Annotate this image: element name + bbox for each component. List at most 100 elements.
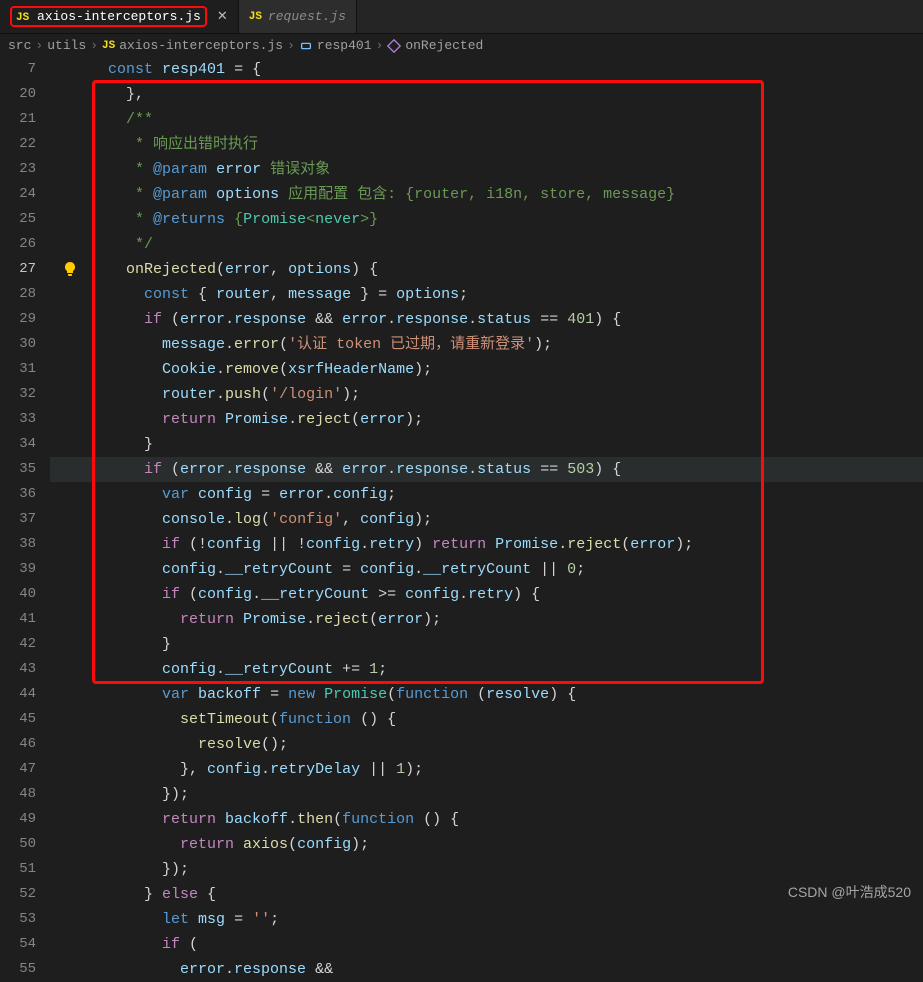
code-line[interactable]: let msg = ''; [50, 907, 923, 932]
code-line[interactable]: }, [50, 82, 923, 107]
line-number[interactable]: 51 [0, 857, 36, 882]
breadcrumb-folder[interactable]: utils [47, 38, 86, 53]
token-op: ( [180, 586, 198, 603]
close-icon[interactable]: ✕ [217, 9, 228, 24]
line-number[interactable]: 37 [0, 507, 36, 532]
js-file-icon: JS [16, 12, 29, 24]
code-line[interactable]: Cookie.remove(xsrfHeaderName); [50, 357, 923, 382]
code-line[interactable]: return backoff.then(function () { [50, 807, 923, 832]
line-number[interactable]: 43 [0, 657, 36, 682]
token-op: = { [225, 61, 261, 78]
line-number[interactable]: 22 [0, 132, 36, 157]
line-number[interactable]: 45 [0, 707, 36, 732]
line-number[interactable]: 27 [0, 257, 36, 282]
code-line[interactable]: var config = error.config; [50, 482, 923, 507]
code-line[interactable]: }); [50, 857, 923, 882]
line-number[interactable]: 47 [0, 757, 36, 782]
code-line[interactable]: error.response && [50, 957, 923, 982]
line-number[interactable]: 39 [0, 557, 36, 582]
code-line[interactable]: }, config.retryDelay || 1); [50, 757, 923, 782]
token-op [315, 686, 324, 703]
watermark: CSDN @叶浩成520 [788, 882, 911, 902]
line-number[interactable]: 23 [0, 157, 36, 182]
code-line[interactable]: } [50, 432, 923, 457]
line-number[interactable]: 20 [0, 82, 36, 107]
line-number[interactable]: 38 [0, 532, 36, 557]
line-number[interactable]: 28 [0, 282, 36, 307]
code-line[interactable]: message.error('认证 token 已过期，请重新登录'); [50, 332, 923, 357]
line-number[interactable]: 26 [0, 232, 36, 257]
line-number[interactable]: 25 [0, 207, 36, 232]
code-line[interactable]: */ [50, 232, 923, 257]
code-line[interactable]: config.__retryCount = config.__retryCoun… [50, 557, 923, 582]
code-line[interactable]: setTimeout(function () { [50, 707, 923, 732]
line-number[interactable]: 40 [0, 582, 36, 607]
code-line[interactable]: var backoff = new Promise(function (reso… [50, 682, 923, 707]
line-number[interactable]: 31 [0, 357, 36, 382]
line-number[interactable]: 35 [0, 457, 36, 482]
code-line[interactable]: config.__retryCount += 1; [50, 657, 923, 682]
breadcrumb-symbol[interactable]: onRejected [387, 38, 483, 53]
code-line[interactable]: } [50, 632, 923, 657]
lightbulb-icon[interactable] [62, 261, 78, 282]
token-op: ( [333, 811, 342, 828]
code-line[interactable]: return Promise.reject(error); [50, 407, 923, 432]
token-op: ); [351, 836, 369, 853]
line-number[interactable]: 21 [0, 107, 36, 132]
tab-request-js[interactable]: JSrequest.js [239, 0, 357, 33]
editor[interactable]: 7202122232425262728293031323334353637383… [0, 57, 923, 982]
token-kw2: return [180, 836, 234, 853]
code-line[interactable]: if (config.__retryCount >= config.retry)… [50, 582, 923, 607]
code-line[interactable]: * @returns {Promise<never>} [50, 207, 923, 232]
line-number[interactable]: 55 [0, 957, 36, 982]
code-line[interactable]: * @param error 错误对象 [50, 157, 923, 182]
code-line[interactable]: console.log('config', config); [50, 507, 923, 532]
line-number[interactable]: 36 [0, 482, 36, 507]
line-number[interactable]: 30 [0, 332, 36, 357]
code-line[interactable]: /** [50, 107, 923, 132]
breadcrumb-folder[interactable]: src [8, 38, 31, 53]
symbol-method-icon [387, 39, 401, 53]
code-line[interactable]: onRejected(error, options) { [50, 257, 923, 282]
code-line[interactable]: if (!config || !config.retry) return Pro… [50, 532, 923, 557]
code-line[interactable]: }); [50, 782, 923, 807]
token-op: (); [261, 736, 288, 753]
line-number[interactable]: 48 [0, 782, 36, 807]
line-number[interactable]: 32 [0, 382, 36, 407]
code-line[interactable]: if (error.response && error.response.sta… [50, 307, 923, 332]
code-line[interactable]: if ( [50, 932, 923, 957]
line-number[interactable]: 24 [0, 182, 36, 207]
line-number[interactable]: 7 [0, 57, 36, 82]
code-line[interactable]: const { router, message } = options; [50, 282, 923, 307]
line-number[interactable]: 33 [0, 407, 36, 432]
code-line[interactable]: resolve(); [50, 732, 923, 757]
line-number[interactable]: 42 [0, 632, 36, 657]
line-number[interactable]: 50 [0, 832, 36, 857]
line-number[interactable]: 46 [0, 732, 36, 757]
token-op: ( [162, 311, 180, 328]
code-line[interactable]: return axios(config); [50, 832, 923, 857]
token-op: (! [180, 536, 207, 553]
line-number[interactable]: 54 [0, 932, 36, 957]
tab-axios-interceptors-js[interactable]: JS axios-interceptors.js✕ [0, 0, 239, 33]
line-number[interactable]: 44 [0, 682, 36, 707]
code-area[interactable]: const resp401 = { }, /** * 响应出错时执行 * @pa… [50, 57, 923, 982]
token-var: config [198, 486, 252, 503]
token-op: . [360, 536, 369, 553]
token-paramtag: @param [153, 161, 207, 178]
line-number[interactable]: 29 [0, 307, 36, 332]
line-number[interactable]: 53 [0, 907, 36, 932]
breadcrumb-symbol[interactable]: resp401 [299, 38, 372, 53]
code-line[interactable]: * @param options 应用配置 包含: {router, i18n,… [50, 182, 923, 207]
token-op: ) { [513, 586, 540, 603]
breadcrumb-file[interactable]: axios-interceptors.js [119, 38, 283, 53]
line-number[interactable]: 41 [0, 607, 36, 632]
code-line[interactable]: return Promise.reject(error); [50, 607, 923, 632]
code-line[interactable]: const resp401 = { [50, 57, 923, 82]
line-number[interactable]: 49 [0, 807, 36, 832]
line-number[interactable]: 34 [0, 432, 36, 457]
code-line[interactable]: router.push('/login'); [50, 382, 923, 407]
code-line[interactable]: * 响应出错时执行 [50, 132, 923, 157]
line-number[interactable]: 52 [0, 882, 36, 907]
code-line[interactable]: if (error.response && error.response.sta… [50, 457, 923, 482]
